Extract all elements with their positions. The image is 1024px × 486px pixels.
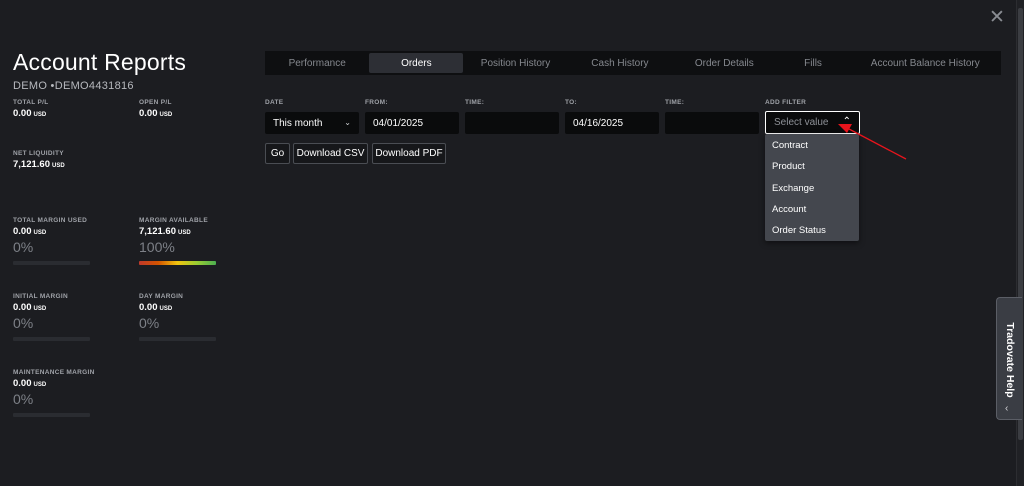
margin-bar xyxy=(13,413,90,417)
help-label: Tradovate Help xyxy=(1004,322,1016,398)
metric-label: TOTAL P/L xyxy=(13,99,49,106)
page-title: Account Reports xyxy=(13,49,187,75)
close-icon[interactable]: ✕ xyxy=(988,8,1006,27)
tab-performance[interactable]: Performance xyxy=(265,51,369,75)
chevron-down-icon: ⌄ xyxy=(344,118,351,127)
metric-value: 0.00 USD xyxy=(13,302,47,313)
report-tabs: Performance Orders Position History Cash… xyxy=(265,51,1001,75)
download-csv-button[interactable]: Download CSV xyxy=(293,143,368,164)
metric-label: MAINTENANCE MARGIN xyxy=(13,369,95,376)
margin-bar xyxy=(139,337,216,341)
to-date-input[interactable]: 04/16/2025 xyxy=(565,112,659,134)
metric-total-pl: TOTAL P/L 0.00 USD xyxy=(13,99,123,119)
metric-total-margin-used: TOTAL MARGIN USED 0.00 USD 0% xyxy=(13,217,123,265)
metric-value: 0.00 USD xyxy=(13,226,47,237)
chevron-up-icon: ⌃ xyxy=(842,116,851,127)
margin-bar xyxy=(13,261,90,265)
metric-percent: 0% xyxy=(139,315,160,331)
dropdown-option-account[interactable]: Account xyxy=(765,199,859,220)
tab-position-history[interactable]: Position History xyxy=(463,51,567,75)
metric-value: 0.00 USD xyxy=(13,108,47,119)
from-date-input[interactable]: 04/01/2025 xyxy=(365,112,459,134)
help-tab[interactable]: Tradovate Help ‹ xyxy=(996,297,1022,420)
add-filter-label: ADD FILTER xyxy=(765,99,807,106)
metric-value: 0.00 USD xyxy=(13,378,47,389)
metric-maintenance-margin: MAINTENANCE MARGIN 0.00 USD 0% xyxy=(13,369,123,417)
time-to-label: TIME: xyxy=(665,99,685,106)
dropdown-option-product[interactable]: Product xyxy=(765,156,859,177)
metric-net-liquidity: NET LIQUIDITY 7,121.60 USD xyxy=(13,150,123,170)
add-filter-select[interactable]: Select value ⌃ xyxy=(765,111,860,134)
margin-bar xyxy=(13,337,90,341)
tab-orders[interactable]: Orders xyxy=(369,53,464,73)
tab-fills[interactable]: Fills xyxy=(777,51,850,75)
metric-value: 7,121.60 USD xyxy=(13,159,65,170)
time-from-label: TIME: xyxy=(465,99,485,106)
metric-open-pl: OPEN P/L 0.00 USD xyxy=(139,99,249,119)
metric-label: MARGIN AVAILABLE xyxy=(139,217,208,224)
metric-initial-margin: INITIAL MARGIN 0.00 USD 0% xyxy=(13,293,123,341)
metric-day-margin: DAY MARGIN 0.00 USD 0% xyxy=(139,293,249,341)
time-to-input[interactable] xyxy=(665,112,759,134)
time-from-input[interactable] xyxy=(465,112,559,134)
metric-percent: 0% xyxy=(13,239,34,255)
metric-label: NET LIQUIDITY xyxy=(13,150,64,157)
metric-margin-available: MARGIN AVAILABLE 7,121.60 USD 100% xyxy=(139,217,249,265)
to-label: TO: xyxy=(565,99,577,106)
metric-label: INITIAL MARGIN xyxy=(13,293,68,300)
date-label: DATE xyxy=(265,99,284,106)
chevron-left-icon: ‹ xyxy=(1005,403,1009,414)
margin-available-bar xyxy=(139,261,216,265)
tab-account-balance-history[interactable]: Account Balance History xyxy=(850,51,1001,75)
date-range-select[interactable]: This month ⌄ xyxy=(265,112,359,134)
metric-value: 0.00 USD xyxy=(139,302,173,313)
dropdown-option-exchange[interactable]: Exchange xyxy=(765,178,859,199)
account-id: DEMO •DEMO4431816 xyxy=(13,80,134,92)
filter-dropdown-menu: Contract Product Exchange Account Order … xyxy=(765,134,859,241)
metric-label: TOTAL MARGIN USED xyxy=(13,217,88,224)
metric-percent: 100% xyxy=(139,239,175,255)
dropdown-option-contract[interactable]: Contract xyxy=(765,135,859,156)
tab-cash-history[interactable]: Cash History xyxy=(568,51,672,75)
from-label: FROM: xyxy=(365,99,388,106)
metric-label: DAY MARGIN xyxy=(139,293,184,300)
metric-value: 7,121.60 USD xyxy=(139,226,191,237)
metric-percent: 0% xyxy=(13,391,34,407)
go-button[interactable]: Go xyxy=(265,143,290,164)
dropdown-option-order-status[interactable]: Order Status xyxy=(765,220,859,241)
tab-order-details[interactable]: Order Details xyxy=(672,51,776,75)
metric-value: 0.00 USD xyxy=(139,108,173,119)
metric-percent: 0% xyxy=(13,315,34,331)
download-pdf-button[interactable]: Download PDF xyxy=(372,143,446,164)
metric-label: OPEN P/L xyxy=(139,99,172,106)
